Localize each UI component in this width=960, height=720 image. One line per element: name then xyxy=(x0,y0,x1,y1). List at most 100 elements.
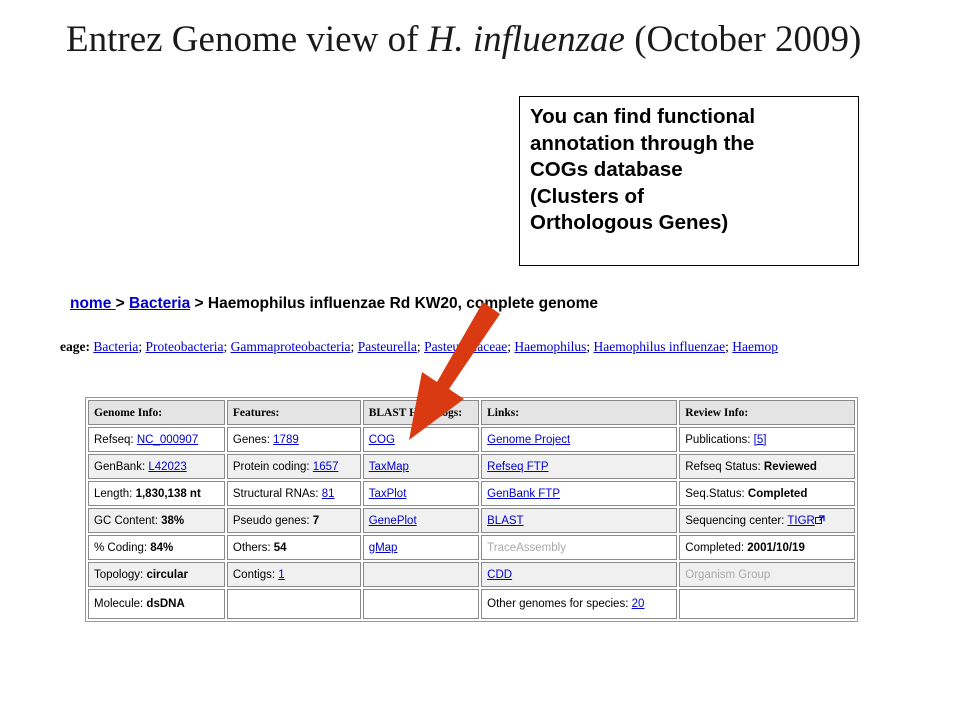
refseq-status-cell: Refseq Status: Reviewed xyxy=(679,454,855,479)
genome-project-cell: Genome Project xyxy=(481,427,678,452)
table-row: Molecule: dsDNA Other genomes for specie… xyxy=(88,589,855,619)
gmap-cell: gMap xyxy=(362,535,480,560)
genes-link[interactable]: 1789 xyxy=(273,434,299,446)
completed-value: 2001/10/19 xyxy=(747,541,805,554)
callout-line: You can find functional xyxy=(530,105,756,128)
genbank-ftp-link[interactable]: GenBank FTP xyxy=(487,488,560,500)
cell-label: % Coding: xyxy=(94,541,151,554)
cell-label: Seq.Status: xyxy=(685,487,748,500)
coding-value: 84% xyxy=(150,541,174,554)
lineage-label: eage: xyxy=(60,339,94,354)
callout-line: (Clusters of xyxy=(530,184,644,208)
header-features: Features: xyxy=(226,400,361,425)
cdd-link[interactable]: CDD xyxy=(487,569,512,581)
cell-label: GenBank: xyxy=(94,460,149,473)
breadcrumb-genome-link[interactable]: nome xyxy=(70,295,116,312)
other-genomes-link[interactable]: 20 xyxy=(632,598,645,610)
empty-cell xyxy=(226,589,361,619)
lineage-link[interactable]: Haemop xyxy=(732,339,778,354)
lineage-link[interactable]: Bacteria xyxy=(93,339,138,354)
seq-status-value: Completed xyxy=(747,487,808,500)
taxplot-link[interactable]: TaxPlot xyxy=(369,488,407,500)
header-links: Links: xyxy=(481,400,678,425)
blast-link[interactable]: BLAST xyxy=(487,515,523,527)
length-cell: Length: 1,830,138 nt xyxy=(88,481,225,506)
header-blast-homologs: BLAST Homologs: xyxy=(362,400,480,425)
empty-cell xyxy=(362,589,480,619)
molecule-value: dsDNA xyxy=(146,598,185,610)
gc-content-cell: GC Content: 38% xyxy=(88,508,225,533)
title-suffix: (October 2009) xyxy=(624,19,862,60)
title-prefix: Entrez Genome view of xyxy=(66,19,428,60)
table-row: GC Content: 38% Pseudo genes: 7 GenePlot… xyxy=(88,508,855,533)
topology-cell: Topology: circular xyxy=(88,562,225,587)
table-row: Length: 1,830,138 nt Structural RNAs: 81… xyxy=(88,481,855,506)
lineage-line: eage: Bacteria; Proteobacteria; Gammapro… xyxy=(60,339,779,354)
header-review-info: Review Info: xyxy=(679,400,855,425)
geneplot-cell: GenePlot xyxy=(362,508,480,533)
lineage-link[interactable]: Haemophilus influenzae xyxy=(594,339,726,354)
genome-project-link[interactable]: Genome Project xyxy=(487,434,570,446)
breadcrumb-separator: > xyxy=(190,295,208,312)
gmap-link[interactable]: gMap xyxy=(369,542,398,554)
lineage-link[interactable]: Gammaproteobacteria xyxy=(231,339,351,354)
callout-line: annotation through the xyxy=(530,131,755,155)
geneplot-link[interactable]: GenePlot xyxy=(369,515,417,527)
callout-line: Orthologous Genes) xyxy=(530,211,729,234)
lineage-link[interactable]: Pasteurella xyxy=(358,339,417,354)
empty-cell xyxy=(679,589,855,619)
title-organism: H. influenzae xyxy=(427,19,625,60)
structural-rnas-cell: Structural RNAs: 81 xyxy=(226,481,361,506)
contigs-link[interactable]: 1 xyxy=(278,569,284,581)
others-cell: Others: 54 xyxy=(226,535,361,560)
topology-value: circular xyxy=(146,568,188,581)
cdd-cell: CDD xyxy=(481,562,678,587)
sequencing-center-cell: Sequencing center: TIGR xyxy=(679,508,855,533)
blast-cell: BLAST xyxy=(481,508,678,533)
organism-group-text: Organism Group xyxy=(685,568,771,581)
empty-cell xyxy=(362,562,480,587)
structural-rnas-link[interactable]: 81 xyxy=(322,488,335,500)
table-row: Topology: circular Contigs: 1 CDD Organi… xyxy=(88,562,855,587)
genome-info-table: Genome Info: Features: BLAST Homologs: L… xyxy=(85,397,858,622)
table-row: Refseq: NC_000907 Genes: 1789 COG Genome… xyxy=(88,427,855,452)
others-value: 54 xyxy=(273,541,287,554)
table-row: GenBank: L42023 Protein coding: 1657 Tax… xyxy=(88,454,855,479)
breadcrumb-current: Haemophilus influenzae Rd KW20, complete… xyxy=(207,295,599,312)
cell-label: Genes: xyxy=(232,433,274,446)
cog-cell: COG xyxy=(362,427,480,452)
refseq-link[interactable]: NC_000907 xyxy=(137,434,198,446)
cell-label: Pseudo genes: xyxy=(232,514,313,527)
pseudo-genes-cell: Pseudo genes: 7 xyxy=(226,508,361,533)
taxplot-cell: TaxPlot xyxy=(362,481,480,506)
breadcrumb-separator: > xyxy=(115,295,130,312)
protein-coding-link[interactable]: 1657 xyxy=(313,461,339,473)
cell-label: GC Content: xyxy=(94,514,162,527)
gc-content-value: 38% xyxy=(161,514,185,527)
callout-line: COGs database xyxy=(530,158,683,181)
lineage-link[interactable]: Proteobacteria xyxy=(145,339,223,354)
refseq-ftp-link[interactable]: Refseq FTP xyxy=(487,461,548,473)
organism-group-cell: Organism Group xyxy=(679,562,855,587)
cell-label: Sequencing center: xyxy=(685,514,788,527)
completed-cell: Completed: 2001/10/19 xyxy=(679,535,855,560)
genbank-cell: GenBank: L42023 xyxy=(88,454,225,479)
header-genome-info: Genome Info: xyxy=(88,400,225,425)
taxmap-link[interactable]: TaxMap xyxy=(369,461,409,473)
traceassembly-cell: TraceAssembly xyxy=(481,535,678,560)
coding-cell: % Coding: 84% xyxy=(88,535,225,560)
pseudo-genes-value: 7 xyxy=(312,514,320,527)
external-link-icon xyxy=(814,514,825,524)
other-genomes-cell: Other genomes for species: 20 xyxy=(481,589,678,619)
publications-link[interactable]: [5] xyxy=(754,434,767,446)
breadcrumb-bacteria-link[interactable]: Bacteria xyxy=(129,295,190,312)
sequencing-center-link[interactable]: TIGR xyxy=(787,515,814,527)
molecule-cell: Molecule: dsDNA xyxy=(88,589,225,619)
lineage-link[interactable]: Pasteurellaceae xyxy=(424,339,507,354)
annotation-callout: You can find functional annotation throu… xyxy=(519,96,859,266)
cell-label: Length: xyxy=(94,487,136,500)
genbank-link[interactable]: L42023 xyxy=(148,461,186,473)
cog-link[interactable]: COG xyxy=(369,434,395,446)
refseq-ftp-cell: Refseq FTP xyxy=(481,454,678,479)
lineage-link[interactable]: Haemophilus xyxy=(514,339,586,354)
